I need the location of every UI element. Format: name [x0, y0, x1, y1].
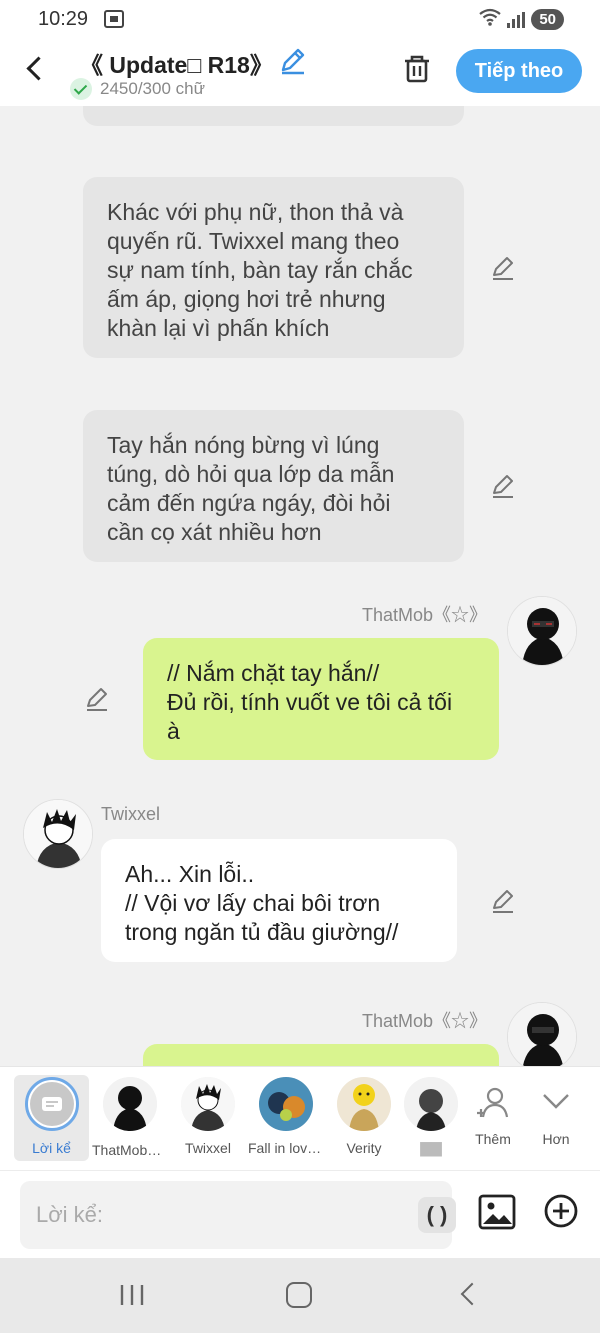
story-title: 《 Update□ R18》: [80, 52, 273, 78]
character-label: Twixxel: [185, 1140, 231, 1156]
edit-pencil-icon[interactable]: [490, 888, 516, 914]
expand-button[interactable]: Hơn: [526, 1075, 586, 1161]
wifi-icon: [479, 8, 501, 31]
narration-line: sự nam tính, bàn tay rắn chắc: [107, 257, 413, 283]
narration-bubble[interactable]: Tay hắn nóng bừng vì lúng túng, dò hỏi q…: [83, 410, 464, 562]
narration-line: ấm áp, giọng hơi trẻ nhưng: [107, 286, 386, 312]
avatar: [337, 1077, 391, 1131]
collapse-label: Hơn: [542, 1131, 570, 1147]
message-line: trong ngăn tủ đầu giường//: [125, 919, 399, 945]
character-label: Verity: [346, 1140, 382, 1156]
battery-badge: 50: [531, 9, 564, 30]
character-label: ThatMob《☆》: [92, 1142, 168, 1158]
narration-line: cần cọ xát nhiều hơn: [107, 519, 322, 545]
narration-line: túng, dò hỏi qua lớp da mẫn: [107, 461, 395, 487]
more-label: Thêm: [475, 1131, 511, 1147]
check-icon: [70, 78, 92, 100]
character-selector: Lời kể ThatMob《☆》 Twixxel Fall in love w…: [0, 1066, 600, 1170]
chevron-down-icon: [526, 1075, 586, 1131]
add-character-button[interactable]: Thêm: [464, 1075, 522, 1161]
message-input[interactable]: [36, 1199, 386, 1231]
top-bar: 《 Update□ R18》 2450/300 chữ Tiếp theo: [0, 40, 600, 106]
message-line: Ah... Xin lỗi..: [125, 861, 255, 887]
status-right: 50: [479, 8, 564, 31]
chat-area[interactable]: Khác với phụ nữ, thon thả và quyến rũ. T…: [0, 106, 600, 1066]
narration-bubble-partial[interactable]: [83, 106, 464, 126]
screen-record-icon: [104, 10, 124, 28]
character-message-bubble[interactable]: Ah... Xin lỗi.. // Vội vơ lấy chai bôi t…: [101, 839, 457, 962]
status-bar: 10:29 50: [0, 0, 600, 40]
speaker-name: Twixxel: [101, 804, 161, 824]
message-line: à: [167, 718, 180, 744]
character-label: Fall in love with a...: [248, 1140, 324, 1156]
word-count-text: 2450/300 chữ: [100, 79, 205, 98]
narration-line: khàn lại vì phấn khích: [107, 315, 330, 341]
edit-pencil-icon[interactable]: [490, 473, 516, 499]
system-nav-bar: [0, 1258, 600, 1333]
narration-line: quyến rũ. Twixxel mang theo: [107, 228, 400, 254]
narration-line: cảm đến ngứa ngáy, đòi hỏi: [107, 490, 391, 516]
character-label: Lời kể: [32, 1140, 71, 1156]
signal-icon: [507, 11, 526, 28]
back-button[interactable]: [20, 54, 50, 84]
add-circle-icon[interactable]: [543, 1193, 579, 1229]
image-icon[interactable]: [478, 1193, 516, 1231]
character-unnamed[interactable]: ▇▇: [404, 1075, 458, 1161]
delete-button[interactable]: [400, 52, 434, 86]
character-twixxel[interactable]: Twixxel: [170, 1075, 246, 1161]
user-message-bubble[interactable]: // Nắm chặt tay hắn// Đủ rồi, tính vuốt …: [143, 638, 499, 760]
avatar-twixxel[interactable]: [23, 799, 93, 869]
message-line: // Nắm chặt tay hắn//: [167, 660, 380, 686]
avatar: [103, 1077, 157, 1131]
avatar-thatmob[interactable]: [507, 596, 577, 666]
avatar: [259, 1077, 313, 1131]
speaker-name: ThatMob《☆》: [362, 1011, 488, 1031]
message-field: ( ): [20, 1181, 456, 1249]
character-fall-in-love[interactable]: Fall in love with a...: [248, 1075, 324, 1161]
edit-pencil-icon[interactable]: [84, 686, 110, 712]
character-thatmob[interactable]: ThatMob《☆》: [92, 1075, 168, 1161]
home-icon[interactable]: [286, 1282, 312, 1308]
word-count: 2450/300 chữ: [70, 78, 205, 100]
edit-title-icon[interactable]: [278, 46, 308, 76]
action-paren-button[interactable]: ( ): [418, 1197, 456, 1233]
user-message-bubble-partial[interactable]: [143, 1044, 499, 1066]
speaker-name: ThatMob《☆》: [362, 605, 488, 625]
add-user-icon: [464, 1075, 522, 1131]
edit-pencil-icon[interactable]: [490, 255, 516, 281]
back-nav-icon[interactable]: [458, 1283, 480, 1305]
status-time: 10:29: [38, 8, 89, 30]
recents-icon[interactable]: [119, 1284, 145, 1306]
input-bar: ( ): [0, 1170, 600, 1258]
message-line: Đủ rồi, tính vuốt ve tôi cả tối: [167, 689, 453, 715]
narrator-icon: [24, 1077, 79, 1131]
avatar-thatmob[interactable]: [507, 1002, 577, 1066]
next-button[interactable]: Tiếp theo: [456, 49, 582, 93]
character-narrator[interactable]: Lời kể: [14, 1075, 89, 1161]
character-verity[interactable]: Verity: [326, 1075, 402, 1161]
message-line: // Vội vơ lấy chai bôi trơn: [125, 890, 381, 916]
avatar: [404, 1077, 458, 1131]
narration-line: Tay hắn nóng bừng vì lúng: [107, 432, 380, 458]
narration-bubble[interactable]: Khác với phụ nữ, thon thả và quyến rũ. T…: [83, 177, 464, 358]
character-label: ▇▇: [420, 1140, 442, 1156]
avatar: [181, 1077, 235, 1131]
narration-line: Khác với phụ nữ, thon thả và: [107, 199, 404, 225]
